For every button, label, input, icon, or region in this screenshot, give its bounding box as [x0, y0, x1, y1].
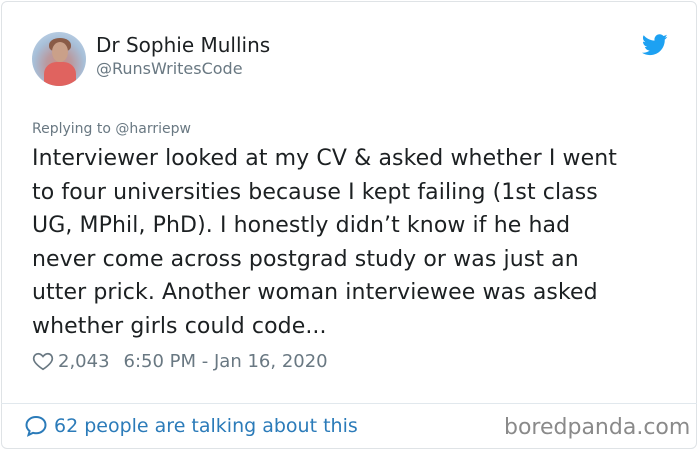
tweet-line: UG, MPhil, PhD). I honestly didn’t know …	[32, 213, 571, 238]
tweet-line: to four universities because I kept fail…	[32, 179, 598, 205]
talking-link[interactable]: 62 people are talking about this	[24, 414, 358, 438]
like-count[interactable]: 2,043	[58, 351, 110, 372]
avatar-face	[52, 42, 68, 62]
tweet-line: Interviewer looked at my CV & asked whet…	[32, 146, 618, 171]
speech-bubble-icon	[25, 415, 47, 437]
tweet-text: Interviewer looked at my CV & asked whet…	[32, 142, 672, 343]
tweet-line: whether girls could code...	[32, 313, 327, 339]
author-name[interactable]: Dr Sophie Mullins	[96, 33, 270, 57]
replying-to[interactable]: Replying to @harriepw	[32, 121, 191, 137]
tweet-line: utter prick. Another woman interviewee w…	[32, 280, 598, 305]
author-handle[interactable]: @RunsWritesCode	[96, 59, 243, 78]
heart-icon[interactable]	[32, 350, 54, 372]
avatar[interactable]	[32, 32, 86, 86]
timestamp[interactable]: 6:50 PM - Jan 16, 2020	[124, 351, 328, 372]
tweet-line: never come across postgrad study or was …	[32, 246, 579, 272]
avatar-body	[44, 62, 76, 86]
twitter-bird-icon[interactable]	[642, 34, 668, 56]
divider	[1, 403, 697, 404]
talking-label[interactable]: 62 people are talking about this	[54, 415, 358, 437]
tweet-meta: 2,043 6:50 PM - Jan 16, 2020	[32, 350, 328, 372]
watermark: boredpanda.com	[504, 415, 691, 440]
